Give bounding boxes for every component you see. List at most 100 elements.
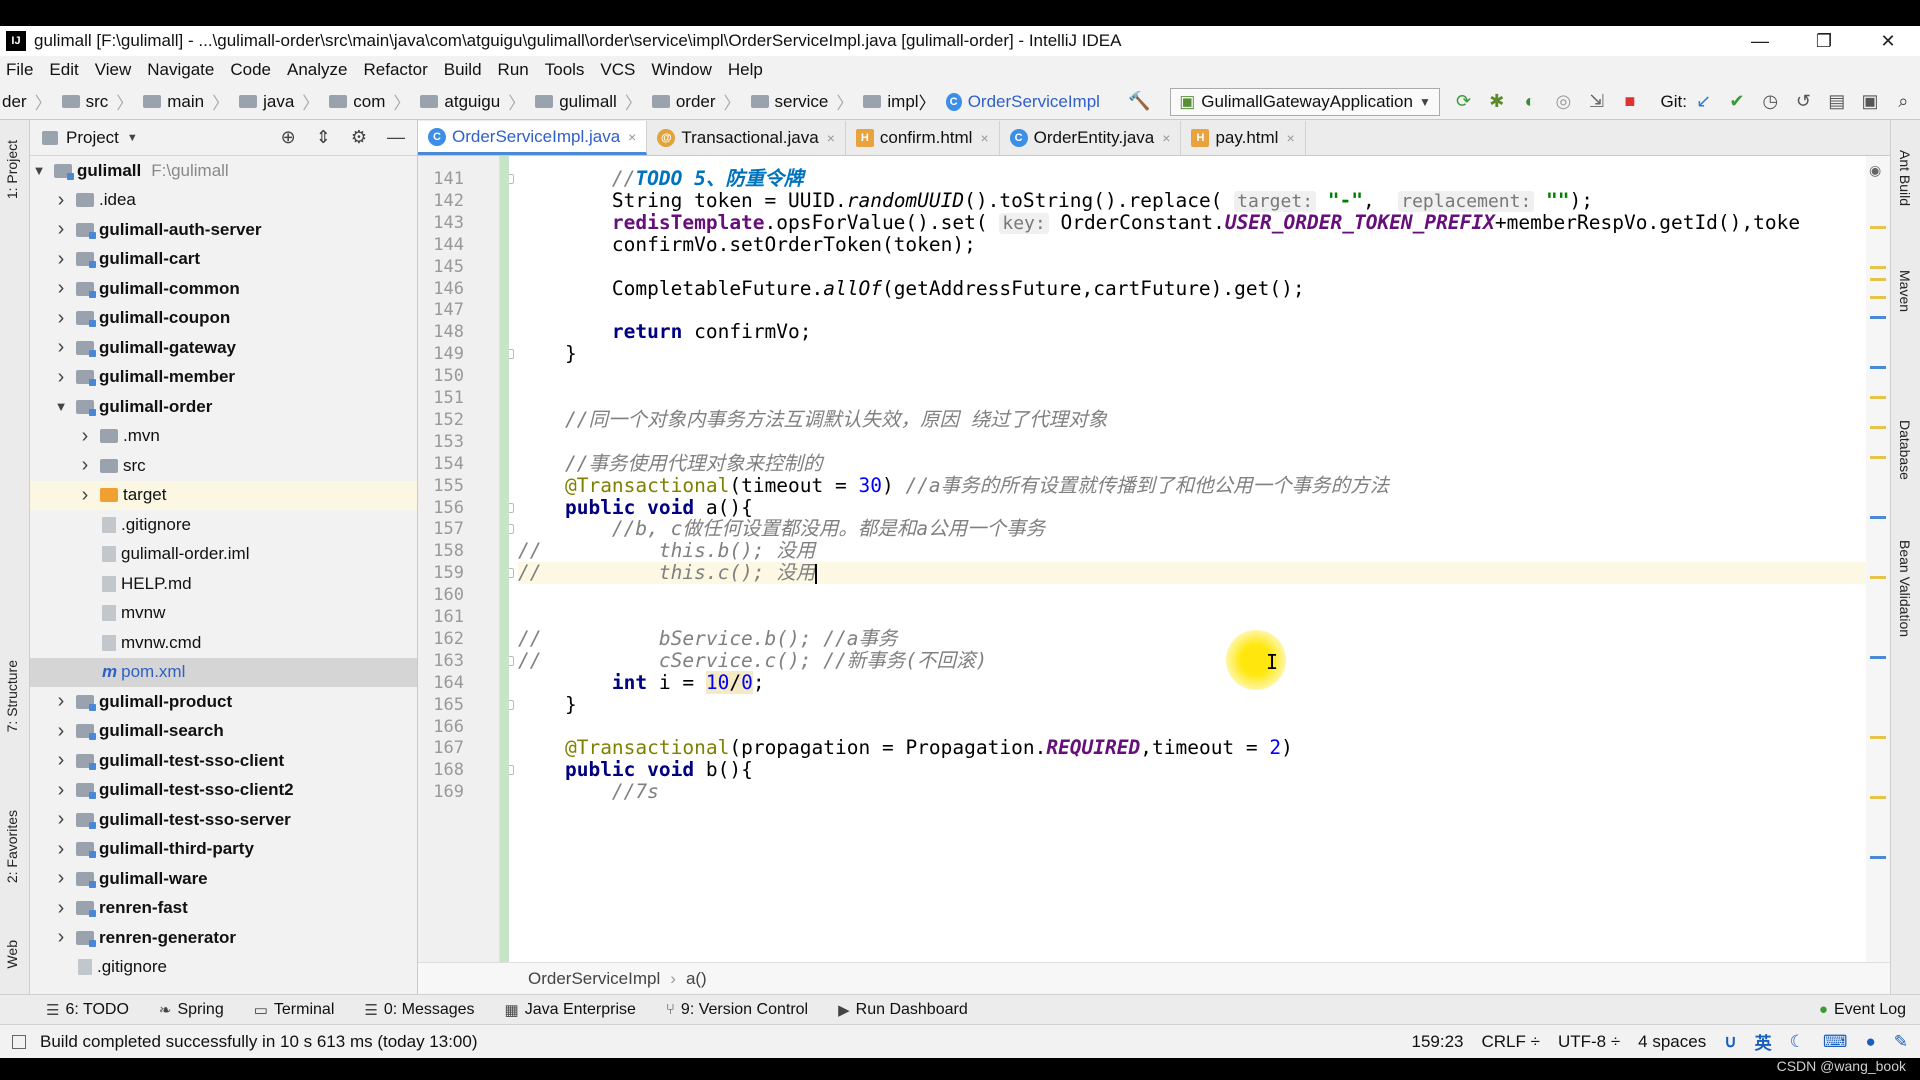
git-update-icon[interactable]: ↙ bbox=[1692, 89, 1715, 115]
tree-item[interactable]: › gulimall-member bbox=[30, 363, 417, 393]
project-view-select[interactable]: Project bbox=[66, 128, 119, 148]
chevron-right-icon[interactable]: › bbox=[78, 454, 92, 477]
stripe-marker[interactable] bbox=[1870, 516, 1886, 519]
code-line[interactable]: //TODO 5、防重令牌 bbox=[518, 168, 803, 190]
menu-edit[interactable]: Edit bbox=[41, 60, 86, 80]
close-tab-icon[interactable]: × bbox=[628, 129, 636, 145]
editor-tab[interactable]: C OrderServiceImpl.java × bbox=[418, 121, 648, 155]
indent-setting[interactable]: 4 spaces bbox=[1638, 1032, 1706, 1052]
file-encoding[interactable]: UTF-8 ÷ bbox=[1558, 1032, 1620, 1052]
collapse-all-icon[interactable]: ⇕ bbox=[316, 127, 331, 148]
editor-tab[interactable]: Hconfirm.html × bbox=[846, 121, 1000, 155]
hammer-build-icon[interactable]: 🔨 bbox=[1128, 89, 1151, 115]
tab-favorites[interactable]: 2: Favorites bbox=[4, 810, 20, 883]
line-separator[interactable]: CRLF ÷ bbox=[1482, 1032, 1540, 1052]
tree-item[interactable]: › gulimall-test-sso-server bbox=[30, 805, 417, 835]
attach-icon[interactable]: ⇲ bbox=[1585, 89, 1608, 115]
eye-icon[interactable]: ◉ bbox=[1869, 162, 1881, 179]
chevron-right-icon[interactable]: › bbox=[54, 189, 68, 212]
chevron-right-icon[interactable]: › bbox=[54, 926, 68, 949]
bottom-tool-button[interactable]: ⑂ 9: Version Control bbox=[666, 1001, 808, 1019]
bottom-tool-button[interactable]: ☰ 0: Messages bbox=[364, 1001, 474, 1019]
code-line[interactable]: // this.b(); 没用 bbox=[518, 540, 815, 562]
bottom-tool-button[interactable]: ▶ Run Dashboard bbox=[838, 1001, 968, 1019]
chevron-right-icon[interactable]: › bbox=[54, 779, 68, 802]
tree-item[interactable]: › gulimall-test-sso-client bbox=[30, 746, 417, 776]
code-line[interactable]: @Transactional(propagation = Propagation… bbox=[518, 737, 1293, 759]
wrench-icon[interactable]: ✎ bbox=[1894, 1032, 1908, 1052]
caret-position[interactable]: 159:23 bbox=[1412, 1032, 1464, 1052]
chevron-right-icon[interactable]: › bbox=[54, 218, 68, 241]
minimize-button[interactable]: — bbox=[1728, 26, 1792, 56]
tree-item[interactable]: mvnw.cmd bbox=[30, 628, 417, 658]
editor-tab[interactable]: C OrderEntity.java × bbox=[1000, 121, 1182, 155]
menu-code[interactable]: Code bbox=[222, 60, 279, 80]
tab-maven[interactable]: Maven bbox=[1897, 270, 1913, 312]
code-line[interactable]: } bbox=[518, 693, 577, 716]
stripe-marker[interactable] bbox=[1870, 366, 1886, 369]
git-history-icon[interactable]: ◷ bbox=[1759, 89, 1782, 115]
code-line[interactable]: String token = UUID.randomUUID().toStrin… bbox=[518, 189, 1593, 212]
tree-item[interactable]: › gulimall-third-party bbox=[30, 835, 417, 865]
code-line[interactable]: return confirmVo; bbox=[518, 321, 812, 343]
tree-item[interactable]: › .mvn bbox=[30, 422, 417, 452]
user-icon[interactable]: ● bbox=[1865, 1032, 1875, 1052]
chevron-right-icon[interactable]: › bbox=[54, 307, 68, 330]
nav-prefix[interactable]: der bbox=[0, 92, 27, 112]
stripe-marker[interactable] bbox=[1870, 736, 1886, 739]
code-line[interactable]: @Transactional(timeout = 30) //a事务的所有设置就… bbox=[518, 474, 1389, 497]
breadcrumb-item[interactable]: 〉 service bbox=[716, 89, 829, 114]
stop-icon[interactable]: ■ bbox=[1618, 89, 1641, 115]
locate-icon[interactable]: ⊕ bbox=[281, 127, 296, 148]
stripe-marker[interactable] bbox=[1870, 576, 1886, 579]
breadcrumb-item[interactable]: 〉 java bbox=[204, 89, 294, 114]
tree-item[interactable]: › gulimall-search bbox=[30, 717, 417, 747]
gear-icon[interactable]: ⚙ bbox=[351, 127, 367, 148]
restore-button[interactable]: ❐ bbox=[1792, 26, 1856, 56]
stripe-marker[interactable] bbox=[1870, 266, 1886, 269]
close-tab-icon[interactable]: × bbox=[980, 130, 988, 146]
tab-project[interactable]: 1: Project bbox=[4, 140, 20, 199]
chevron-right-icon[interactable]: › bbox=[78, 425, 92, 448]
editor-tab[interactable]: Hpay.html × bbox=[1181, 121, 1306, 155]
ime-icon[interactable]: ∪ bbox=[1724, 1032, 1736, 1052]
code-line[interactable]: // this.c(); 没用 bbox=[518, 562, 1890, 585]
code-line[interactable]: //7s bbox=[518, 781, 659, 803]
menu-view[interactable]: View bbox=[87, 60, 140, 80]
git-rollback-icon[interactable]: ↺ bbox=[1792, 89, 1815, 115]
chevron-right-icon[interactable]: › bbox=[54, 366, 68, 389]
code-line[interactable]: //b, c做任何设置都没用。都是和a公用一个事务 bbox=[518, 518, 1045, 540]
stripe-marker[interactable] bbox=[1870, 396, 1886, 399]
layout-icon[interactable]: ▣ bbox=[1858, 89, 1881, 115]
tree-item[interactable]: › src bbox=[30, 451, 417, 481]
tree-item[interactable]: ▼ gulimall-order bbox=[30, 392, 417, 422]
chevron-down-icon[interactable]: ▼ bbox=[127, 132, 138, 144]
chevron-right-icon[interactable]: › bbox=[78, 484, 92, 507]
stripe-marker[interactable] bbox=[1870, 796, 1886, 799]
tree-item[interactable]: .gitignore bbox=[30, 510, 417, 540]
moon-icon[interactable]: ☾ bbox=[1790, 1032, 1805, 1052]
breadcrumb-item[interactable]: 〉 com bbox=[294, 89, 385, 114]
tree-item[interactable]: › gulimall-gateway bbox=[30, 333, 417, 363]
status-toggle-icon[interactable] bbox=[12, 1034, 26, 1049]
code-line[interactable]: //事务使用代理对象来控制的 bbox=[518, 452, 822, 475]
breadcrumb-item[interactable]: 〉 order bbox=[617, 89, 716, 114]
code-line[interactable]: int i = 10/0; bbox=[518, 670, 765, 694]
chevron-right-icon[interactable]: › bbox=[54, 690, 68, 713]
stripe-marker[interactable] bbox=[1870, 856, 1886, 859]
bottom-tool-button[interactable]: ▦ Java Enterprise bbox=[505, 1001, 636, 1019]
menu-navigate[interactable]: Navigate bbox=[139, 60, 222, 80]
code-line[interactable]: CompletableFuture.allOf(getAddressFuture… bbox=[518, 277, 1305, 300]
chevron-right-icon[interactable]: › bbox=[54, 808, 68, 831]
tree-item[interactable]: › renren-generator bbox=[30, 923, 417, 953]
tab-bean-validation[interactable]: Bean Validation bbox=[1897, 540, 1913, 637]
coverage-icon[interactable]: ◐ bbox=[1518, 89, 1541, 115]
menu-run[interactable]: Run bbox=[490, 60, 537, 80]
menu-file[interactable]: File bbox=[0, 60, 41, 80]
tree-item[interactable]: › gulimall-test-sso-client2 bbox=[30, 776, 417, 806]
git-commit-icon[interactable]: ✔ bbox=[1725, 89, 1748, 115]
tree-item[interactable]: › gulimall-product bbox=[30, 687, 417, 717]
event-log-button[interactable]: ● Event Log bbox=[1819, 1001, 1906, 1019]
tree-root[interactable]: ▼ gulimall F:\gulimall bbox=[30, 156, 417, 186]
breadcrumb-item[interactable]: 〉 impl bbox=[828, 89, 918, 114]
